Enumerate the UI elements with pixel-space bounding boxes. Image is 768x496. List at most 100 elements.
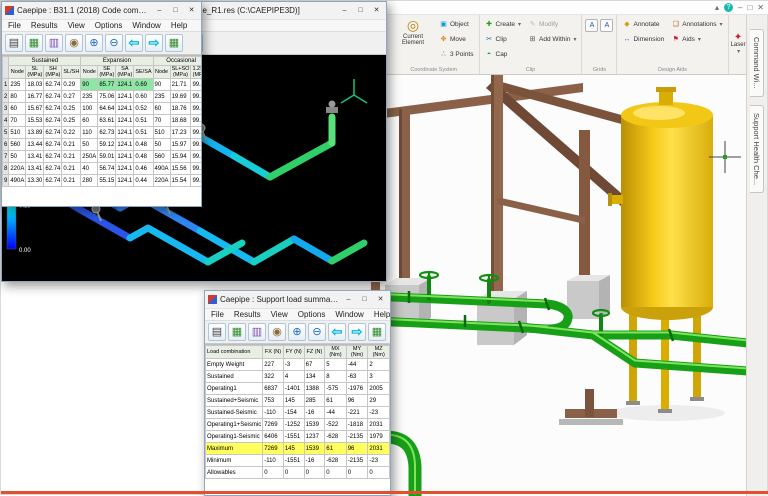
table-cell[interactable]: 280: [81, 175, 98, 187]
table-cell[interactable]: 15.53: [26, 115, 44, 127]
table-cell[interactable]: Maximum: [206, 443, 263, 455]
table-cell[interactable]: 99.29: [191, 115, 201, 127]
table-cell[interactable]: 235: [9, 79, 26, 91]
menu-item-view[interactable]: View: [266, 310, 293, 319]
table-cell[interactable]: Sustained: [206, 371, 263, 383]
next-icon[interactable]: ⇨: [348, 323, 366, 341]
table-cell[interactable]: 134: [304, 371, 325, 383]
table-cell[interactable]: 67: [304, 359, 325, 371]
table-cell[interactable]: 99.29: [191, 175, 201, 187]
menu-item-results[interactable]: Results: [26, 21, 63, 30]
ribbon-button-3-points[interactable]: 3 Points: [437, 47, 476, 61]
table-cell[interactable]: 13.30: [26, 175, 44, 187]
table-cell[interactable]: 124.1: [116, 175, 134, 187]
table-cell[interactable]: 62.74: [44, 139, 62, 151]
table-cell[interactable]: 60: [9, 103, 26, 115]
table-cell[interactable]: 100: [81, 103, 98, 115]
table-cell[interactable]: 0: [346, 467, 368, 479]
table-cell[interactable]: 18.76: [170, 103, 191, 115]
minimize-button[interactable]: [338, 5, 351, 17]
menu-item-window[interactable]: Window: [330, 310, 368, 319]
next-icon[interactable]: ⇨: [145, 34, 163, 52]
table-cell[interactable]: 0.51: [134, 115, 153, 127]
table-cell[interactable]: 124.1: [116, 103, 134, 115]
table-cell[interactable]: 8: [325, 371, 346, 383]
menu-item-help[interactable]: Help: [369, 310, 395, 319]
table-cell[interactable]: 63.61: [98, 115, 116, 127]
zoom-in-icon[interactable]: ⊕: [288, 323, 306, 341]
table-cell[interactable]: Operating1-Seismic: [206, 431, 263, 443]
titlebar[interactable]: Caepipe : B31.1 (2018) Code compliance (…: [2, 2, 201, 19]
table-cell[interactable]: 0.46: [134, 163, 153, 175]
table-cell[interactable]: 0.25: [62, 115, 81, 127]
table-cell[interactable]: 0.29: [62, 79, 81, 91]
menu-item-file[interactable]: File: [3, 21, 26, 30]
table-cell[interactable]: 64.64: [98, 103, 116, 115]
table-cell[interactable]: 285: [304, 395, 325, 407]
table-cell[interactable]: -110: [263, 455, 284, 467]
table-cell[interactable]: 96: [346, 395, 368, 407]
table-cell[interactable]: 15.54: [170, 175, 191, 187]
table-cell[interactable]: 0.48: [134, 151, 153, 163]
current-element-button[interactable]: Current Element: [392, 17, 434, 64]
table-cell[interactable]: 13.41: [26, 163, 44, 175]
grid-icon[interactable]: ▦: [228, 323, 246, 341]
table-cell[interactable]: 62.74: [44, 127, 62, 139]
minimize-button[interactable]: [342, 294, 355, 306]
table-cell[interactable]: 99.29: [191, 103, 201, 115]
table-cell[interactable]: 1539: [304, 443, 325, 455]
table-cell[interactable]: 13.41: [26, 151, 44, 163]
table-cell[interactable]: 0: [263, 467, 284, 479]
table-cell[interactable]: -1551: [283, 431, 304, 443]
table-cell[interactable]: 0.60: [134, 91, 153, 103]
maximize-icon[interactable]: [747, 3, 752, 13]
table-cell[interactable]: 560: [153, 151, 170, 163]
ribbon-button-annotate[interactable]: Annotate: [620, 17, 666, 31]
grid-label-button[interactable]: A: [600, 19, 613, 32]
table-cell[interactable]: 6837: [263, 383, 284, 395]
table-cell[interactable]: 124.1: [116, 91, 134, 103]
grid-annotation-button[interactable]: A: [585, 19, 598, 32]
table-cell[interactable]: -16: [304, 407, 325, 419]
table-cell[interactable]: -1252: [283, 419, 304, 431]
table-cell[interactable]: 3: [368, 371, 390, 383]
grid-icon[interactable]: ▦: [25, 34, 43, 52]
table-cell[interactable]: -44: [346, 359, 368, 371]
prev-icon[interactable]: ⇦: [125, 34, 143, 52]
table-cell[interactable]: 2031: [368, 419, 390, 431]
ribbon-button-move[interactable]: Move: [437, 32, 476, 46]
table-cell[interactable]: 99.29: [191, 163, 201, 175]
table-cell[interactable]: 227: [263, 359, 284, 371]
table-cell[interactable]: 80: [9, 91, 26, 103]
table-cell[interactable]: 61: [325, 395, 346, 407]
table-cell[interactable]: 16.77: [26, 91, 44, 103]
table-cell[interactable]: Sustained-Seismic: [206, 407, 263, 419]
table-cell[interactable]: 90: [153, 79, 170, 91]
table-cell[interactable]: -110: [263, 407, 284, 419]
table-cell[interactable]: 124.1: [116, 163, 134, 175]
menu-item-results[interactable]: Results: [229, 310, 266, 319]
table-cell[interactable]: 560: [9, 139, 26, 151]
table-cell[interactable]: 62.74: [44, 151, 62, 163]
table-cell[interactable]: 60: [81, 115, 98, 127]
table-cell[interactable]: 4: [283, 371, 304, 383]
table-cell[interactable]: Operating1+Seismic: [206, 419, 263, 431]
table-cell[interactable]: 0.69: [134, 79, 153, 91]
titlebar[interactable]: Caepipe : Support load summary for ancho…: [205, 291, 390, 308]
table-cell[interactable]: 50: [81, 139, 98, 151]
table-cell[interactable]: 2031: [368, 443, 390, 455]
table-cell[interactable]: 62.74: [44, 91, 62, 103]
table-cell[interactable]: 0: [304, 467, 325, 479]
table-cell[interactable]: 1539: [304, 419, 325, 431]
table-icon[interactable]: ▦: [368, 323, 386, 341]
table-cell[interactable]: 0.52: [134, 103, 153, 115]
table-cell[interactable]: 59.12: [98, 139, 116, 151]
table-cell[interactable]: 56.74: [98, 163, 116, 175]
prev-icon[interactable]: ⇦: [328, 323, 346, 341]
table-cell[interactable]: 90: [81, 79, 98, 91]
table-cell[interactable]: -23: [368, 455, 390, 467]
table-cell[interactable]: 15.56: [170, 163, 191, 175]
table-cell[interactable]: 0.21: [62, 175, 81, 187]
table-cell[interactable]: -154: [283, 407, 304, 419]
table-cell[interactable]: 59.01: [98, 151, 116, 163]
